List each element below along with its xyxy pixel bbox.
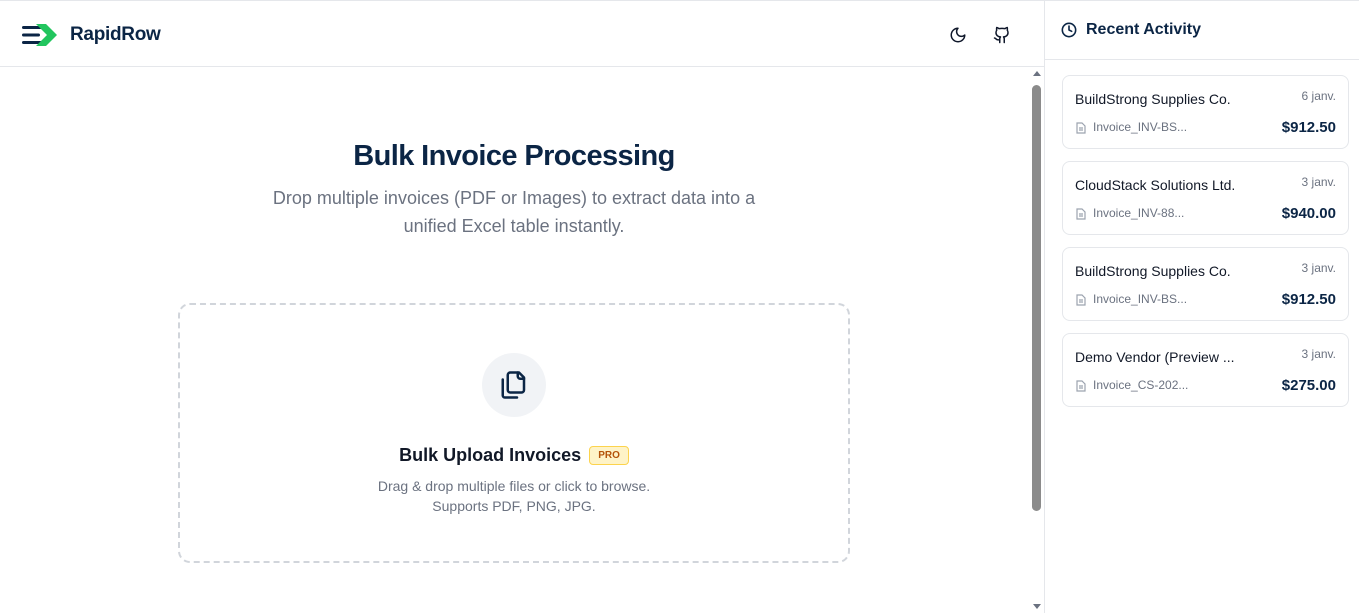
theme-toggle-button[interactable] xyxy=(946,23,970,47)
scroll-up-arrow-icon[interactable] xyxy=(1033,71,1041,76)
card-amount: $940.00 xyxy=(1281,205,1336,222)
sidebar-title: Recent Activity xyxy=(1086,21,1201,38)
upload-title-row: Bulk Upload Invoices PRO xyxy=(180,445,848,466)
card-amount: $912.50 xyxy=(1281,291,1336,308)
main-panel: RapidRow Bulk Invoice Processing Drop mu… xyxy=(0,0,1044,613)
recent-activity-sidebar: Recent Activity BuildStrong Supplies Co.… xyxy=(1044,0,1359,613)
upload-hint: Drag & drop multiple files or click to b… xyxy=(180,476,848,516)
scroll-down-arrow-icon[interactable] xyxy=(1033,604,1041,609)
card-filename: Invoice_CS-202... xyxy=(1093,378,1189,392)
card-vendor: BuildStrong Supplies Co. xyxy=(1075,91,1231,107)
card-filename: Invoice_INV-BS... xyxy=(1093,120,1188,134)
activity-card[interactable]: BuildStrong Supplies Co. 6 janv. Invoice… xyxy=(1062,75,1349,149)
card-filename: Invoice_INV-88... xyxy=(1093,206,1185,220)
activity-card[interactable]: BuildStrong Supplies Co. 3 janv. Invoice… xyxy=(1062,247,1349,321)
file-icon xyxy=(1076,208,1086,220)
files-icon xyxy=(501,371,526,399)
activity-card[interactable]: Demo Vendor (Preview ... 3 janv. Invoice… xyxy=(1062,333,1349,407)
upload-hint-line2: Supports PDF, PNG, JPG. xyxy=(432,498,596,514)
page-subtitle: Drop multiple invoices (PDF or Images) t… xyxy=(272,188,756,236)
card-amount: $275.00 xyxy=(1281,377,1336,394)
card-date: 3 janv. xyxy=(1301,175,1336,189)
card-vendor: BuildStrong Supplies Co. xyxy=(1075,263,1231,279)
brand-name: RapidRow xyxy=(70,24,161,45)
card-date: 6 janv. xyxy=(1301,89,1336,103)
top-header: RapidRow xyxy=(0,1,1044,67)
card-filename: Invoice_INV-BS... xyxy=(1093,292,1188,306)
scrollbar-thumb[interactable] xyxy=(1032,85,1041,511)
activity-card[interactable]: CloudStack Solutions Ltd. 3 janv. Invoic… xyxy=(1062,161,1349,235)
card-date: 3 janv. xyxy=(1301,347,1336,361)
file-icon xyxy=(1076,380,1086,392)
upload-title: Bulk Upload Invoices xyxy=(399,445,582,465)
bulk-upload-dropzone[interactable]: Bulk Upload Invoices PRO Drag & drop mul… xyxy=(178,303,850,563)
rapidrow-logo-icon xyxy=(22,24,57,46)
file-icon xyxy=(1076,294,1086,306)
card-vendor: CloudStack Solutions Ltd. xyxy=(1075,177,1236,193)
card-date: 3 janv. xyxy=(1301,261,1336,275)
github-button[interactable] xyxy=(990,23,1014,47)
github-icon xyxy=(993,26,1009,44)
file-icon xyxy=(1076,122,1086,134)
card-vendor: Demo Vendor (Preview ... xyxy=(1075,349,1235,365)
sidebar-header: Recent Activity xyxy=(1045,1,1359,60)
moon-icon xyxy=(950,27,966,43)
pro-badge: PRO xyxy=(589,446,629,465)
upload-hint-line1: Drag & drop multiple files or click to b… xyxy=(377,478,651,494)
page-title: Bulk Invoice Processing xyxy=(353,140,675,172)
clock-icon xyxy=(1061,22,1077,38)
upload-icon-circle xyxy=(482,353,546,417)
card-amount: $912.50 xyxy=(1281,119,1336,136)
